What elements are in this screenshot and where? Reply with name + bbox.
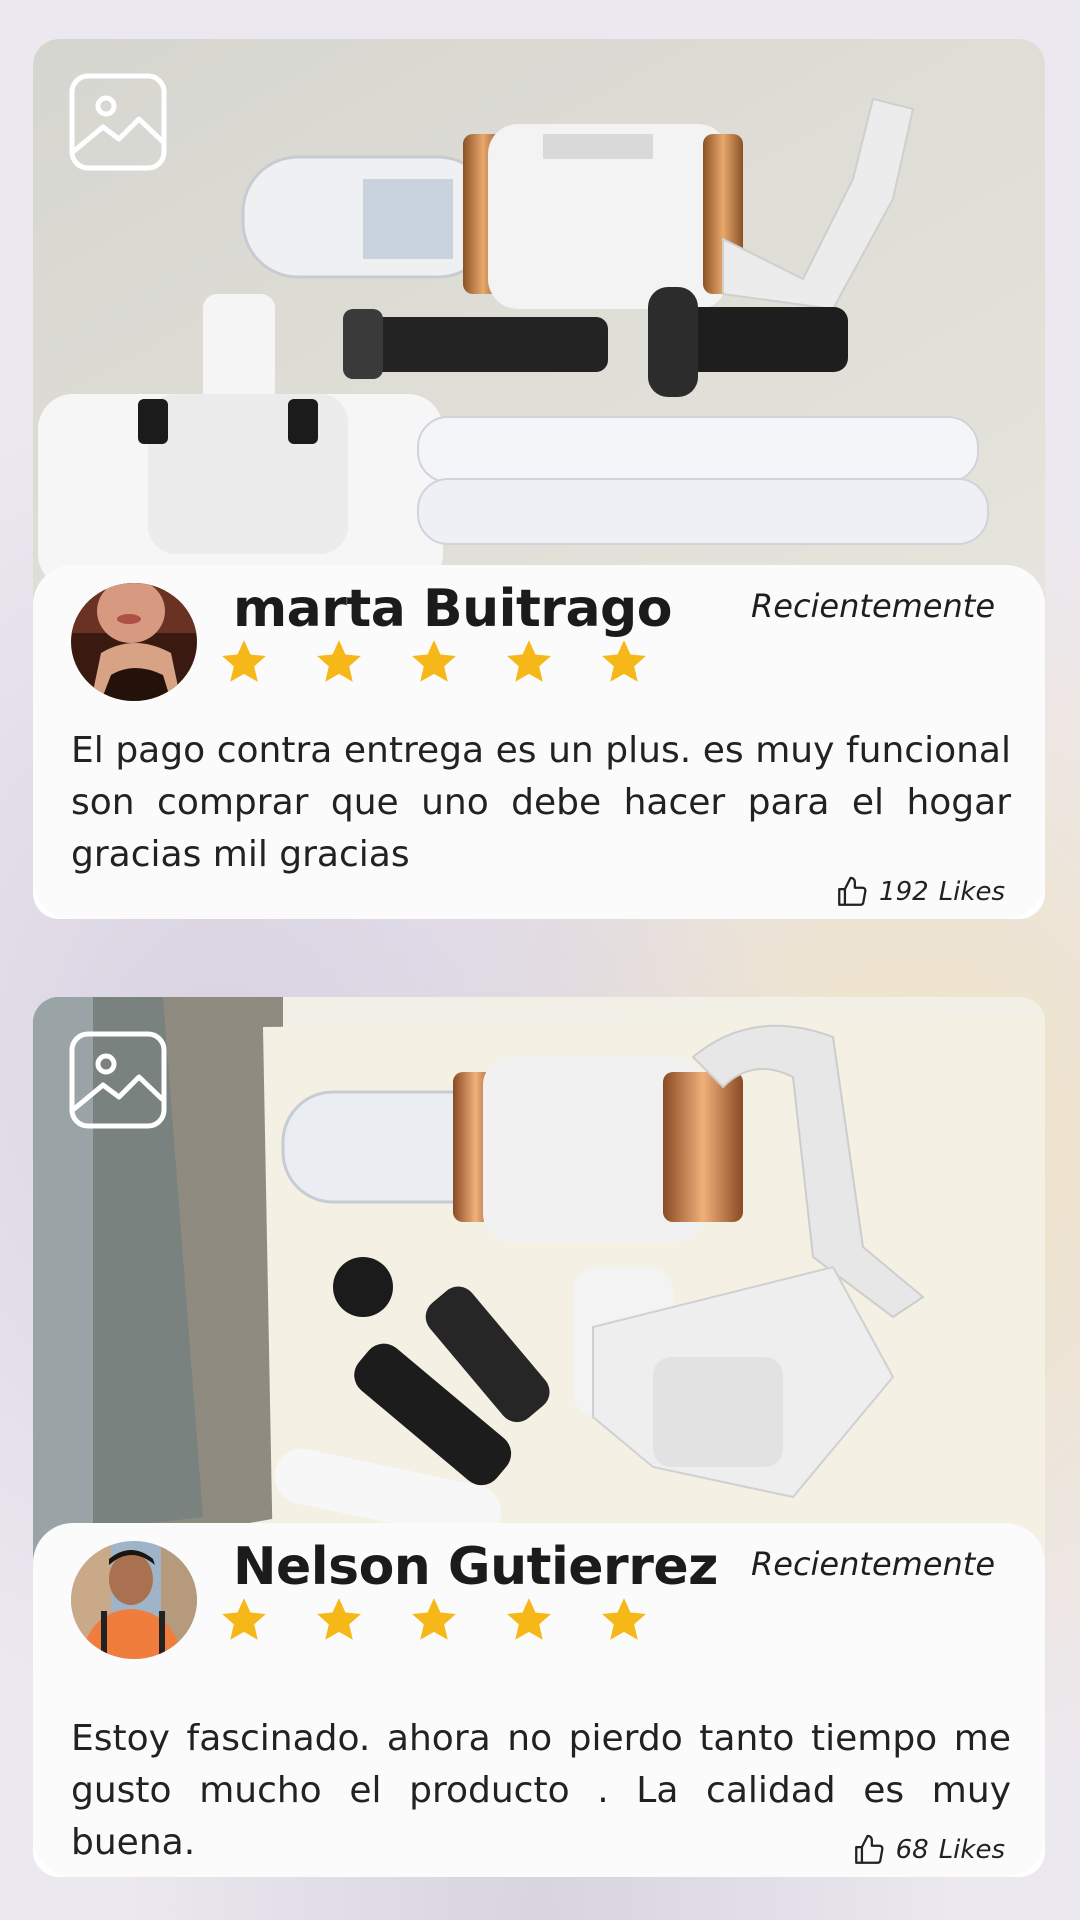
reviewer-avatar [71,1541,197,1659]
star-icon [317,1598,361,1640]
like-button[interactable]: 68 Likes [852,1833,1005,1867]
review-date: Recientemente [751,587,995,625]
star-icon [222,640,266,682]
review-card: marta Buitrago Recientemente El pago con… [33,39,1045,919]
image-icon [69,73,167,171]
image-icon [69,1031,167,1129]
reviewer-name: marta Buitrago [233,579,673,639]
star-icon [602,1598,646,1640]
man-avatar [71,1541,197,1659]
review-date: Recientemente [751,1545,995,1583]
star-icon [507,1598,551,1640]
star-icon [317,640,361,682]
likes-count: 192 [879,877,929,907]
review-photo[interactable] [33,39,1045,604]
woman-avatar [71,583,197,701]
review-photo[interactable] [33,997,1045,1562]
likes-count: 68 [895,1835,929,1865]
review-card: Nelson Gutierrez Recientemente Estoy fas… [33,997,1045,1877]
star-icon [507,640,551,682]
review-body: Nelson Gutierrez Recientemente Estoy fas… [33,1523,1045,1877]
star-icon [412,1598,456,1640]
likes-label: Likes [938,1835,1005,1865]
reviewer-avatar [71,583,197,701]
star-rating [219,637,649,693]
like-button[interactable]: 192 Likes [835,875,1005,909]
thumbs-up-icon [838,876,867,906]
likes-label: Likes [938,877,1005,907]
star-icon [222,1598,266,1640]
vacuum-unboxing-photo [33,997,1045,1562]
vacuum-parts-photo [33,39,1045,604]
thumbs-up-icon [854,1834,884,1864]
star-rating [219,1595,649,1651]
star-icon [602,640,646,682]
review-text: El pago contra entrega es un plus. es mu… [71,730,1011,875]
review-body: marta Buitrago Recientemente El pago con… [33,565,1045,919]
star-icon [412,640,456,682]
reviewer-name: Nelson Gutierrez [233,1537,718,1597]
